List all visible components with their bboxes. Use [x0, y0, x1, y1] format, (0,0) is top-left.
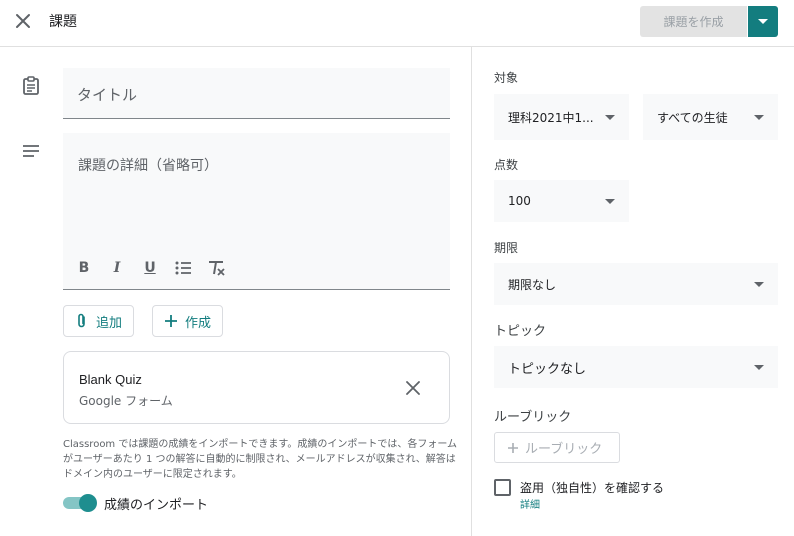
- rubric-button-label: ルーブリック: [525, 442, 603, 457]
- plus-icon: [508, 442, 518, 453]
- underline-icon[interactable]: U: [139, 257, 161, 279]
- points-select[interactable]: 100: [494, 180, 629, 222]
- paperclip-icon: [78, 313, 85, 328]
- class-select[interactable]: 理科2021中1...: [494, 94, 629, 140]
- description-lines-icon: [23, 145, 39, 157]
- add-attachment-button[interactable]: 追加: [63, 305, 135, 337]
- create-label: 作成: [185, 315, 212, 331]
- topic-select[interactable]: トピックなし: [494, 346, 778, 388]
- create-new-button[interactable]: 作成: [152, 305, 224, 337]
- add-label: 追加: [96, 315, 123, 331]
- title-placeholder: タイトル: [77, 86, 138, 104]
- remove-attachment-icon[interactable]: [403, 378, 423, 398]
- clear-formatting-icon[interactable]: [205, 257, 227, 279]
- close-icon[interactable]: [12, 10, 34, 32]
- detail-placeholder: 課題の詳細（省略可）: [78, 158, 218, 174]
- bold-icon[interactable]: B: [73, 257, 95, 279]
- attachment-card[interactable]: Blank Quiz Google フォーム: [63, 351, 450, 424]
- detail-textarea[interactable]: 課題の詳細（省略可） B I U: [63, 133, 450, 290]
- top-bar: 課題 課題を作成: [0, 0, 794, 47]
- students-select[interactable]: すべての生徒: [643, 94, 778, 140]
- caret-down-icon: [754, 114, 764, 120]
- plus-icon: [165, 315, 177, 327]
- students-value: すべての生徒: [657, 110, 728, 125]
- plagiarism-details-link[interactable]: 詳細: [520, 496, 540, 511]
- attachment-type: Google フォーム: [79, 394, 173, 408]
- points-label: 点数: [494, 158, 519, 172]
- caret-down-icon: [754, 364, 764, 370]
- due-value: 期限なし: [508, 277, 557, 292]
- caret-down-icon: [758, 19, 768, 24]
- class-value: 理科2021中1...: [508, 110, 594, 125]
- formatting-toolbar: B I U: [73, 257, 227, 279]
- toggle-knob: [79, 494, 97, 512]
- caret-down-icon: [605, 198, 615, 204]
- due-select[interactable]: 期限なし: [494, 263, 778, 305]
- grade-import-label: 成績のインポート: [104, 498, 209, 513]
- page-title: 課題: [49, 14, 77, 30]
- panel-divider: [471, 47, 472, 536]
- create-assignment-button[interactable]: 課題を作成: [640, 6, 747, 37]
- rubric-label: ルーブリック: [494, 410, 572, 425]
- due-label: 期限: [494, 241, 519, 255]
- grade-import-toggle[interactable]: [63, 494, 97, 512]
- import-note: Classroom では課題の成績をインポートできます。成績のインポートでは、各…: [63, 439, 458, 480]
- plagiarism-checkbox[interactable]: [494, 479, 511, 496]
- attachment-name: Blank Quiz: [79, 372, 142, 387]
- add-rubric-button[interactable]: ルーブリック: [494, 432, 620, 463]
- italic-icon[interactable]: I: [106, 257, 128, 279]
- target-label: 対象: [494, 71, 519, 85]
- caret-down-icon: [754, 281, 764, 287]
- title-input[interactable]: タイトル: [63, 68, 450, 119]
- create-options-dropdown[interactable]: [748, 6, 778, 37]
- plagiarism-label: 盗用（独自性）を確認する: [520, 481, 665, 495]
- clipboard-icon: [23, 76, 39, 95]
- topic-label: トピック: [494, 324, 547, 339]
- bulleted-list-icon[interactable]: [172, 257, 194, 279]
- assignment-editor: 課題 課題を作成 タイトル 課題の詳細（省略可） B I U 追加 作成 Bla…: [0, 0, 794, 536]
- topic-value: トピックなし: [508, 361, 587, 377]
- points-value: 100: [508, 194, 531, 208]
- caret-down-icon: [605, 114, 615, 120]
